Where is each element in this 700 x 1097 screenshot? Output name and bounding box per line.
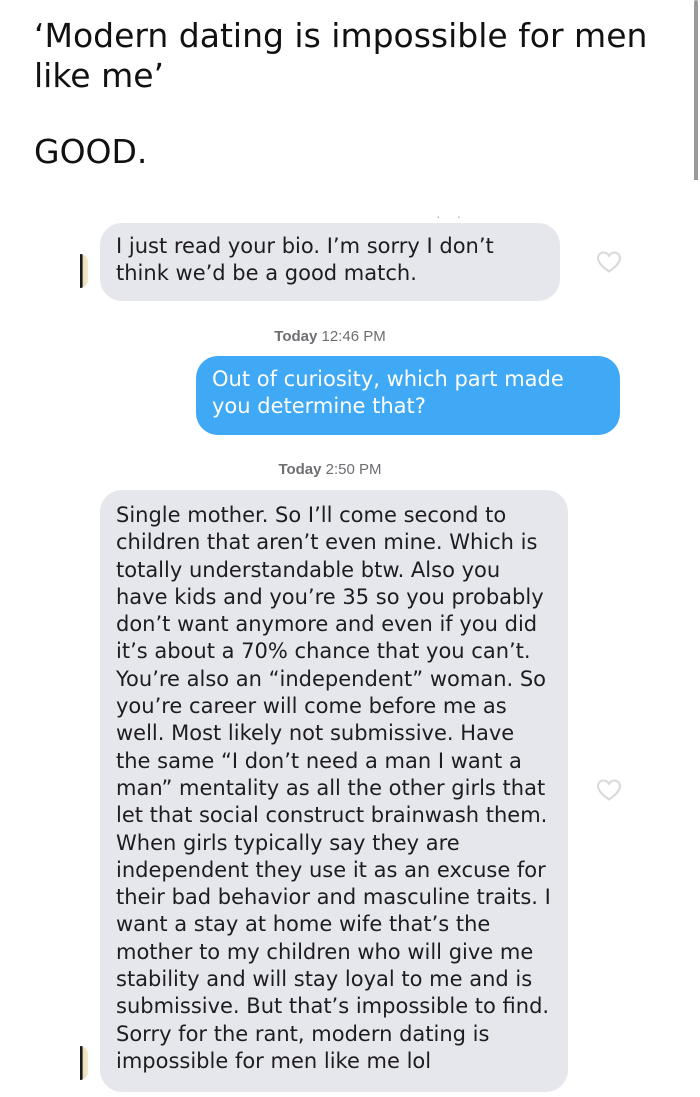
incoming-message-bubble: I just read your bio. I’m sorry I don’t … <box>100 223 560 301</box>
timestamp-time: 2:50 PM <box>325 461 382 478</box>
faded-dots: · · <box>436 208 468 224</box>
message-timestamp: Today 12:46 PM <box>0 328 660 345</box>
timestamp-day: Today <box>274 328 318 345</box>
sender-avatar[interactable] <box>80 1046 88 1080</box>
heart-outline-icon[interactable] <box>596 250 622 274</box>
sender-avatar[interactable] <box>80 254 88 288</box>
incoming-message-bubble: Single mother. So I’ll come second to ch… <box>100 490 568 1092</box>
outgoing-message-bubble: Out of curiosity, which part made you de… <box>196 356 620 435</box>
message-timestamp: Today 2:50 PM <box>0 461 660 478</box>
timestamp-time: 12:46 PM <box>321 328 386 345</box>
scrollbar[interactable] <box>694 0 698 190</box>
post-reaction: GOOD. <box>34 132 148 171</box>
chat-screenshot: · · I just read your bio. I’m sorry I do… <box>0 180 700 1097</box>
timestamp-day: Today <box>278 461 322 478</box>
heart-outline-icon[interactable] <box>596 778 622 802</box>
post-title: ‘Modern dating is impossible for men lik… <box>34 16 648 95</box>
